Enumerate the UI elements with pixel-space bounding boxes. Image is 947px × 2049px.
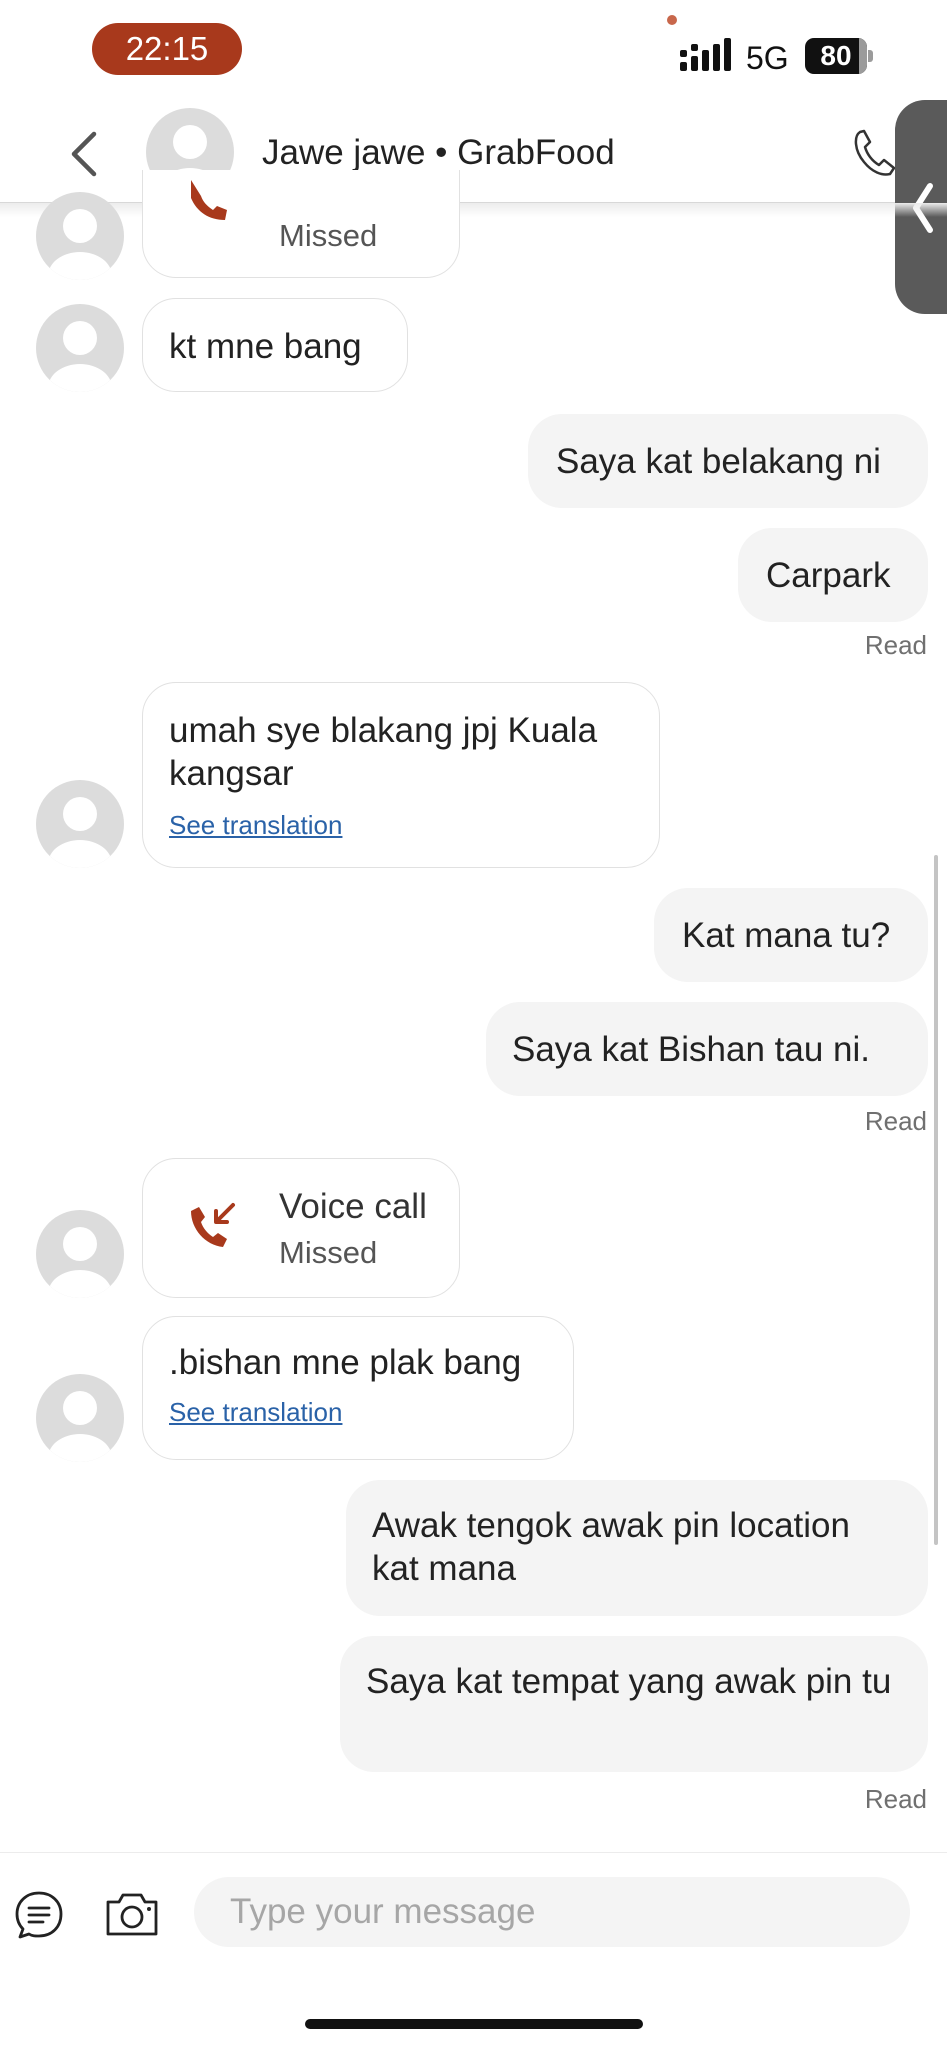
missed-call-bubble[interactable]: Voice call Missed [142, 1158, 460, 1298]
message-text: Saya kat belakang ni [556, 442, 881, 481]
incoming-message[interactable]: .bishan mne plak bang See translation [142, 1316, 574, 1460]
message-text: .bishan mne plak bang [169, 1343, 522, 1382]
call-status: Missed [279, 1235, 378, 1270]
message-text: umah sye blakang jpj Kuala kangsar [169, 711, 598, 793]
message-text: Carpark [766, 556, 891, 595]
avatar-placeholder-icon [48, 797, 112, 868]
sender-avatar [36, 1374, 124, 1462]
scrollbar[interactable] [934, 855, 938, 1545]
privacy-indicator-dot [667, 15, 677, 25]
message-text: Kat mana tu? [682, 916, 891, 955]
back-chevron-icon[interactable] [60, 124, 110, 184]
avatar-placeholder-icon [48, 321, 112, 392]
avatar-placeholder-icon [48, 1227, 112, 1298]
outgoing-message[interactable]: Saya kat belakang ni [528, 414, 928, 508]
cellular-signal-icon [680, 38, 731, 71]
sender-avatar [36, 1210, 124, 1298]
sender-avatar [36, 304, 124, 392]
call-status: Missed [279, 218, 378, 253]
outgoing-message[interactable]: Carpark [738, 528, 928, 622]
message-text: Saya kat tempat yang awak pin tu [366, 1662, 892, 1701]
outgoing-message[interactable]: Saya kat Bishan tau ni. [486, 1002, 928, 1096]
message-input[interactable] [194, 1877, 910, 1947]
sender-avatar [36, 780, 124, 868]
incoming-message[interactable]: kt mne bang [142, 298, 408, 392]
see-translation-link[interactable]: See translation [169, 809, 633, 841]
outgoing-message[interactable]: Saya kat tempat yang awak pin tu [340, 1636, 928, 1772]
missed-call-icon [191, 180, 227, 220]
see-translation-link[interactable]: See translation [169, 1396, 547, 1428]
avatar-placeholder-icon [48, 209, 112, 280]
incoming-message[interactable]: umah sye blakang jpj Kuala kangsar See t… [142, 682, 660, 868]
avatar-placeholder-icon [48, 1391, 112, 1462]
read-receipt: Read [864, 630, 927, 660]
read-receipt: Read [864, 1784, 927, 1814]
missed-call-icon [191, 1203, 235, 1247]
message-text: Awak tengok awak pin location kat mana [372, 1506, 850, 1588]
chat-list-icon[interactable] [14, 1890, 64, 1940]
read-receipt: Read [864, 1106, 927, 1136]
network-type: 5G [746, 40, 789, 76]
home-indicator [305, 2019, 643, 2029]
battery-icon: 80 [805, 38, 867, 74]
outgoing-message[interactable]: Awak tengok awak pin location kat mana [346, 1480, 928, 1616]
camera-icon[interactable] [104, 1890, 160, 1938]
battery-level: 80 [820, 40, 852, 71]
phone-icon[interactable] [852, 126, 898, 180]
battery-nub [868, 50, 873, 62]
status-time: 22:15 [92, 23, 242, 75]
message-text: kt mne bang [169, 327, 362, 366]
call-title: Voice call [279, 1187, 427, 1226]
outgoing-message[interactable]: Kat mana tu? [654, 888, 928, 982]
missed-call-bubble[interactable]: Missed [142, 170, 460, 278]
sender-avatar [36, 192, 124, 280]
message-text: Saya kat Bishan tau ni. [512, 1030, 870, 1069]
